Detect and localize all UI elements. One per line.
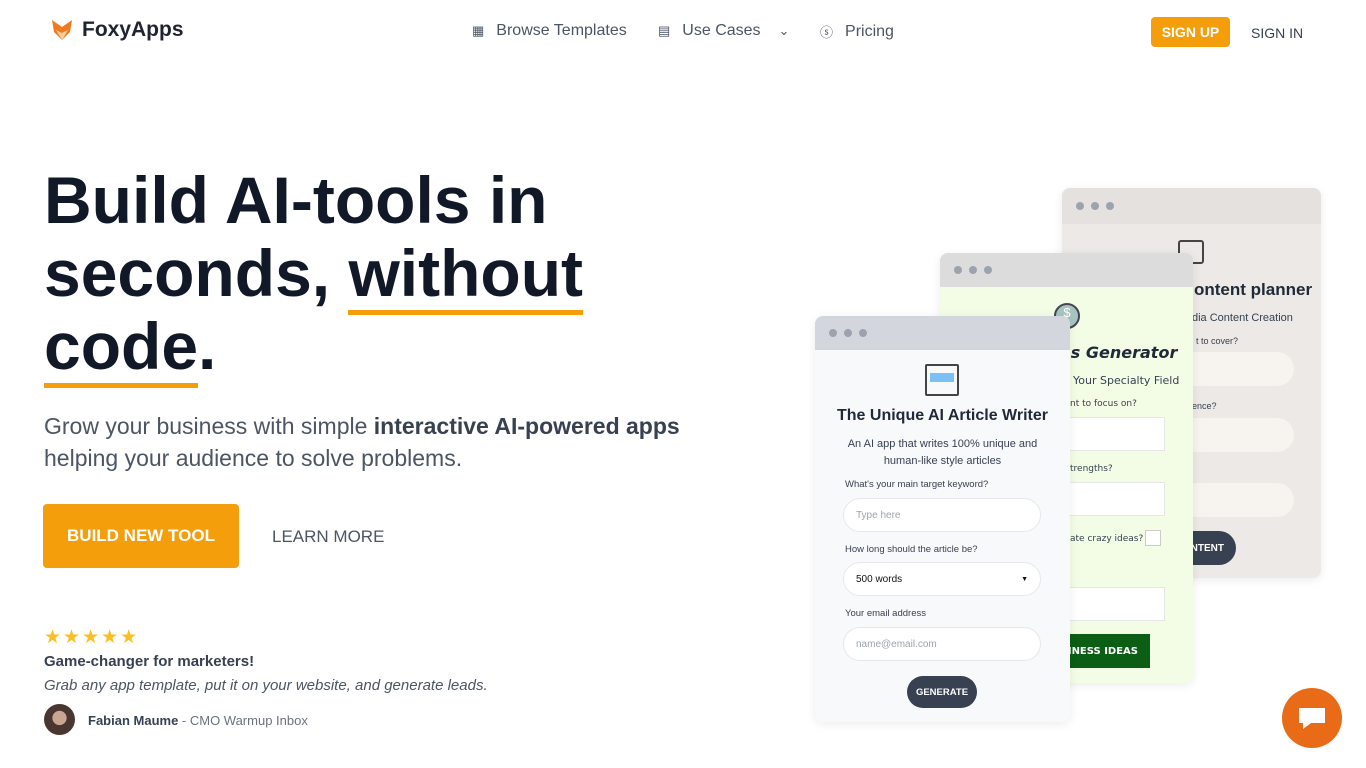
sign-up-button[interactable]: SIGN UP (1151, 17, 1230, 47)
generate-button[interactable]: GENERATE (907, 676, 977, 708)
caret-down-icon: ▼ (1021, 575, 1028, 583)
window-bar (1062, 188, 1321, 224)
article-length-select[interactable]: 500 words ▼ (843, 562, 1041, 596)
crazy-ideas-checkbox[interactable] (1145, 530, 1161, 546)
brand-name: FoxyApps (82, 18, 184, 41)
keyword-input[interactable]: Type here (843, 498, 1041, 532)
article-writer-card: The Unique AI Article Writer An AI app t… (815, 316, 1070, 722)
receipt-icon: ▤ (658, 23, 671, 38)
subtitle-bold: interactive AI-powered apps (373, 413, 680, 439)
field-label: Your email address (845, 608, 926, 619)
dollar-circle-icon: ⓢ (820, 25, 834, 40)
sign-in-link[interactable]: SIGN IN (1251, 25, 1303, 41)
field-label: t to cover? (1196, 336, 1239, 346)
chat-widget-button[interactable] (1282, 688, 1342, 748)
nav-label: Pricing (845, 22, 894, 40)
card-title: The Unique AI Article Writer (837, 407, 1048, 424)
testimonial-quote: Grab any app template, put it on your we… (44, 677, 488, 694)
field-label: ence? (1192, 401, 1217, 411)
card-description: An AI app that writes 100% unique and hu… (847, 438, 1038, 467)
brand-logo[interactable]: FoxyApps (50, 18, 184, 42)
email-input[interactable]: name@email.com (843, 627, 1041, 661)
testimonial-author: Fabian Maume - CMO Warmup Inbox (88, 713, 308, 728)
subtitle-text: Grow your business with simple (44, 413, 374, 439)
field-label: How long should the article be? (845, 544, 978, 555)
subtitle-text: helping your audience to solve problems. (44, 445, 463, 471)
window-bar (815, 316, 1070, 350)
avatar (44, 704, 75, 735)
select-value: 500 words (856, 573, 903, 585)
nav-label: Use Cases (682, 22, 761, 39)
field-label: trengths? (1070, 464, 1113, 474)
nav-use-cases[interactable]: ▤ Use Cases ⌄ (658, 22, 789, 40)
chevron-down-icon: ⌄ (778, 23, 790, 38)
hero-title: Build AI-tools in seconds, without code. (44, 164, 764, 388)
title-underlined: code (44, 309, 199, 388)
testimonial-title: Game-changer for marketers! (44, 653, 255, 670)
nav-label: Browse Templates (496, 22, 627, 39)
chat-icon (1299, 708, 1325, 729)
fox-icon (52, 20, 72, 40)
field-label: What's your main target keyword? (845, 479, 989, 490)
build-new-tool-button[interactable]: BUILD NEW TOOL (43, 504, 239, 568)
nav-browse-templates[interactable]: ▦ Browse Templates (472, 22, 627, 40)
title-text: . (198, 309, 217, 383)
author-name: Fabian Maume (88, 713, 179, 728)
article-icon (925, 364, 959, 396)
grid-icon: ▦ (472, 23, 485, 38)
nav-pricing[interactable]: ⓢ Pricing (820, 22, 894, 41)
star-rating: ★★★★★ (44, 627, 140, 648)
field-label: nt to focus on? (1070, 399, 1137, 409)
learn-more-link[interactable]: LEARN MORE (272, 527, 384, 547)
card-title: as Generator (1060, 343, 1178, 362)
card-subtitle: Your Specialty Field (1073, 374, 1180, 387)
card-subtitle: dia Content Creation (1192, 312, 1293, 324)
author-role: - CMO Warmup Inbox (178, 713, 308, 728)
field-label: ate crazy ideas? (1070, 534, 1144, 544)
title-underlined: without (348, 236, 584, 315)
card-title: ontent planner (1194, 280, 1313, 299)
window-bar (940, 253, 1193, 287)
hero-subtitle: Grow your business with simple interacti… (44, 410, 744, 474)
